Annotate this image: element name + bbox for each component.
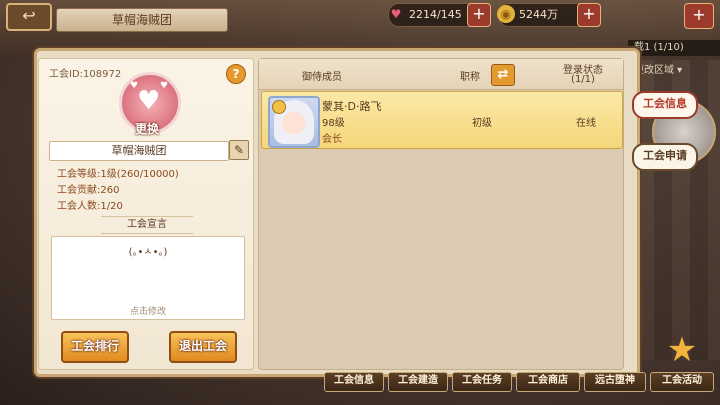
hearts-value: 2214/145 [409,8,462,21]
avatar-badge-icon [272,100,286,114]
server-info: 载1 (1/10) [628,40,720,56]
coins-value: 5244万 [519,8,558,21]
tab-guild-applications[interactable]: 工会申请 [632,143,698,171]
edit-icon: ✎ [233,143,245,157]
top-bar: ↩ 草帽海贼团 ♥ 2214/145 + ◉ 5244万 + + [0,0,720,32]
member-role: 会长 [322,134,342,145]
heart-icon: ♥ [390,7,402,21]
change-region-button[interactable]: 更改区域 ▾ [628,64,720,78]
declaration-title: 工会宣言 [101,216,193,234]
declaration-text: (｡•ㅅ•｡) [128,247,168,258]
guild-name: 草帽海贼团 [49,141,229,161]
member-name: 蒙其·D·路飞 [322,100,382,113]
guild-info-panel: 工会ID:108972 ? ♥ ♥ ♥ 更换 草帽海贼团 ✎ 工会等级:1级(2… [38,58,254,370]
back-button[interactable]: ↩ [6,3,52,31]
change-emblem-button[interactable]: 更换 [124,121,170,137]
member-row[interactable]: 蒙其·D·路飞 98级 会长 初级 在线 [261,91,623,149]
edit-name-button[interactable]: ✎ [229,140,249,160]
header-rank: 职称 [460,72,480,83]
nav-guild-tasks[interactable]: 工会任务 [452,372,512,392]
swap-icon: ⇄ [497,67,509,82]
heart-emblem-icon: ♥ [137,86,161,116]
header-member: 御侍成员 [302,72,342,83]
nav-guild-events[interactable]: 工会活动 [650,372,714,392]
avatar-face [282,112,306,134]
nav-guild-shop[interactable]: 工会商店 [516,372,580,392]
guild-contribution: 工会贡献:260 [57,185,120,196]
member-table-header: 御侍成员 职称 ⇄ 登录状态 (1/1) [259,59,623,90]
guild-member-count: 工会人数:1/20 [57,201,123,212]
add-hearts-button[interactable]: + [467,3,491,27]
hearts-resource: ♥ 2214/145 + [388,3,491,27]
small-heart-icon: ♥ [130,81,139,91]
member-level: 98级 [322,118,345,129]
star-icon: ★ [666,330,698,370]
nav-guild-info[interactable]: 工会信息 [324,372,384,392]
guild-id: 工会ID:108972 [49,69,122,80]
coin-icon: ◉ [497,5,515,23]
member-rank: 初级 [472,118,492,129]
guild-ranking-button[interactable]: 工会排行 [61,331,129,363]
member-status: 在线 [576,118,596,129]
guild-level: 工会等级:1级(260/10000) [57,169,179,180]
small-heart-icon: ♥ [160,81,169,91]
help-button[interactable]: ? [226,64,246,84]
nav-ancient-fallen-gods[interactable]: 远古堕神 [584,372,646,392]
declaration-box[interactable]: (｡•ㅅ•｡) 点击修改 [51,236,245,320]
leave-guild-button[interactable]: 退出工会 [169,331,237,363]
tab-guild-info[interactable]: 工会信息 [632,91,698,119]
add-coins-button[interactable]: + [577,3,601,27]
member-list-panel: 御侍成员 职称 ⇄ 登录状态 (1/1) 蒙其·D·路飞 98级 会长 初级 在… [258,58,624,370]
member-avatar [268,96,320,148]
sort-toggle-button[interactable]: ⇄ [491,64,515,86]
page-title: 草帽海贼团 [56,8,228,32]
coins-resource: ◉ 5244万 + [497,3,601,27]
close-button[interactable]: + [684,3,714,29]
declaration-edit-hint: 点击修改 [129,307,166,317]
back-icon: ↩ [22,6,36,25]
close-icon: + [692,5,706,24]
header-login-count: (1/1) [571,74,595,85]
nav-guild-build[interactable]: 工会建造 [388,372,448,392]
